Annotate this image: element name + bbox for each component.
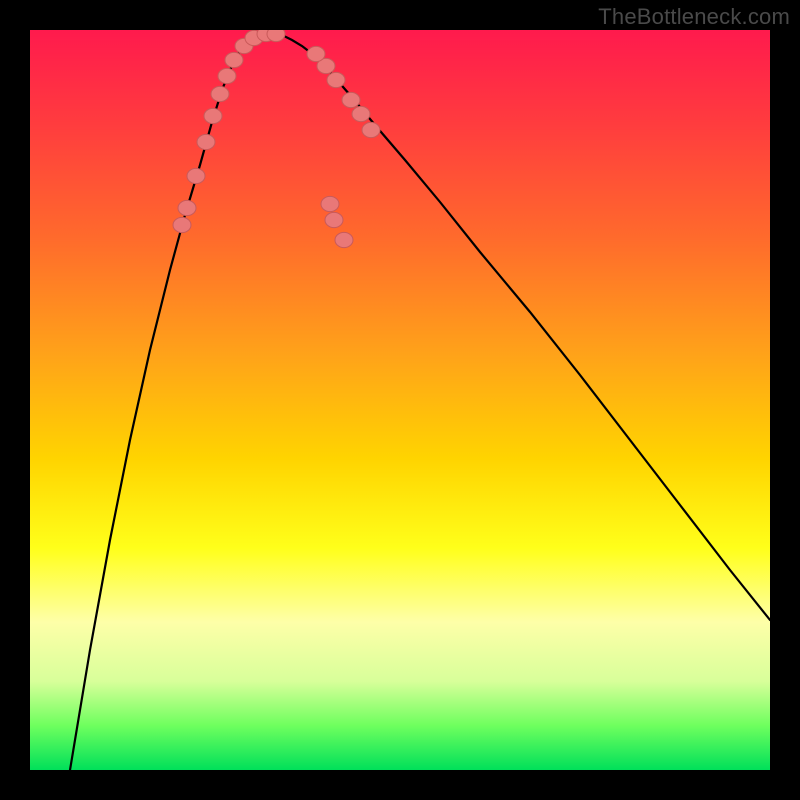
left-curve xyxy=(70,34,262,770)
chart-frame: TheBottleneck.com xyxy=(0,0,800,800)
data-dot xyxy=(197,134,215,149)
data-dot xyxy=(225,52,243,67)
watermark-text: TheBottleneck.com xyxy=(598,4,790,30)
data-dot xyxy=(267,30,285,42)
data-dot xyxy=(178,200,196,215)
data-dot xyxy=(204,108,222,123)
plot-area xyxy=(30,30,770,770)
data-dot xyxy=(352,106,370,121)
curves-svg xyxy=(30,30,770,770)
data-dot xyxy=(335,232,353,247)
data-dot xyxy=(211,86,229,101)
data-dots-left xyxy=(173,30,285,233)
data-dot xyxy=(327,72,345,87)
data-dot xyxy=(342,92,360,107)
data-dot xyxy=(218,68,236,83)
data-dots-right xyxy=(307,46,380,247)
data-dot xyxy=(325,212,343,227)
data-dot xyxy=(173,217,191,232)
right-curve xyxy=(278,34,770,620)
data-dot xyxy=(321,196,339,211)
data-dot xyxy=(362,122,380,137)
data-dot xyxy=(187,168,205,183)
data-dot xyxy=(307,46,325,61)
